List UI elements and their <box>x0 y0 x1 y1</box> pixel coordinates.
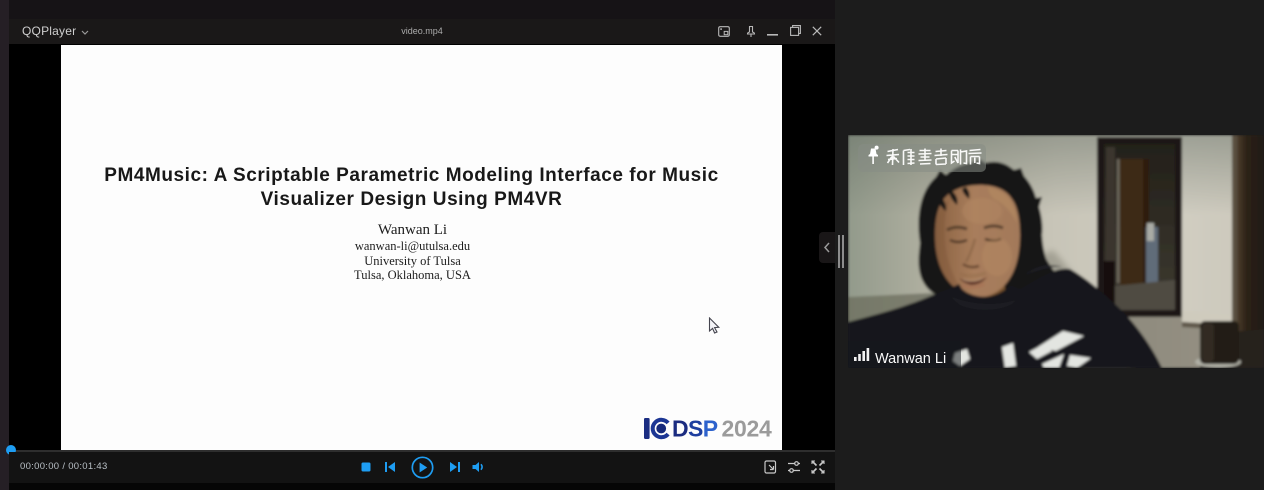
svg-text:DSP: DSP <box>672 416 718 441</box>
svg-text:2024: 2024 <box>722 416 772 441</box>
svg-text:Wanwan Li: Wanwan Li <box>875 351 946 367</box>
